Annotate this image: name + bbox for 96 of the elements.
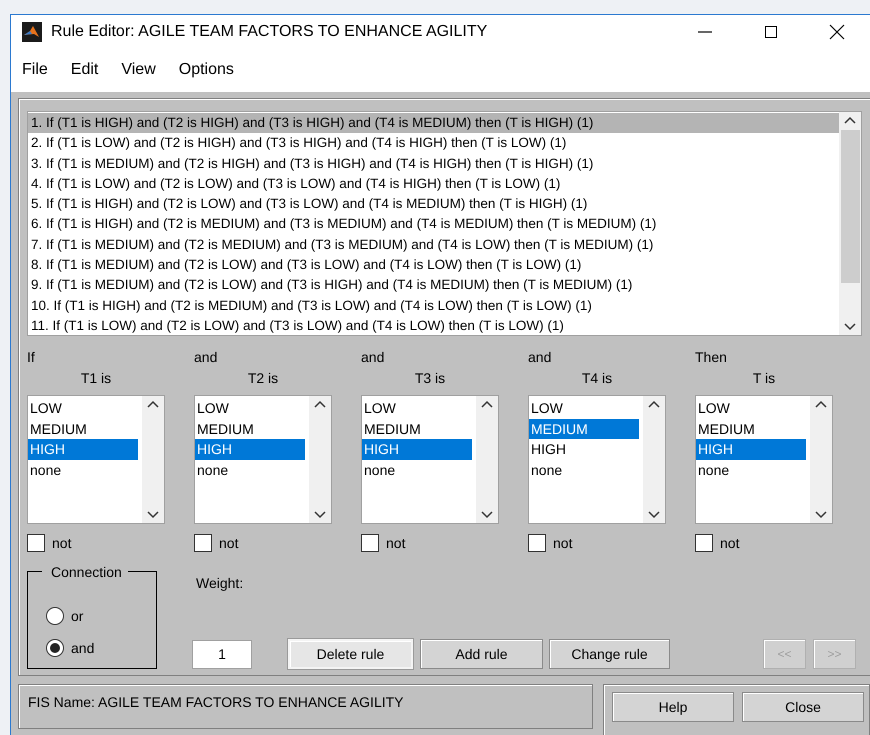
scrollbar[interactable] [476, 396, 498, 523]
option-item[interactable]: none [362, 460, 472, 480]
rule-item[interactable]: 10. If (T1 is HIGH) and (T2 is MEDIUM) and (T3 is LOW) and (T4 is LOW) then (T is LOW) (1) [28, 296, 839, 316]
menu-item[interactable]: File [22, 58, 56, 82]
radio-button[interactable] [46, 607, 64, 625]
scroll-up-icon[interactable] [648, 400, 660, 408]
rule-item[interactable]: 2. If (T1 is LOW) and (T2 is HIGH) and (T3 is HIGH) and (T4 is HIGH) then (T is LOW) (1) [28, 133, 839, 154]
scroll-down-icon[interactable] [147, 511, 159, 519]
connector-label: If [27, 348, 36, 367]
option-list[interactable]: LOW MEDIUM HIGH none [361, 395, 499, 524]
weight-field[interactable]: 1 [192, 640, 252, 668]
app-logo-icon [22, 22, 42, 42]
option-item[interactable]: MEDIUM [362, 418, 472, 439]
checkbox-label: not [386, 534, 406, 552]
close-icon [829, 24, 845, 40]
option-item[interactable]: MEDIUM [529, 418, 639, 439]
close-dialog-button[interactable]: Close [742, 692, 864, 722]
help-button[interactable]: Help [612, 692, 734, 722]
rule-item[interactable]: 7. If (T1 is MEDIUM) and (T2 is MEDIUM) and (T3 is MEDIUM) and (T4 is LOW) then (T is MEDIUM) (1) [28, 234, 839, 256]
scrollbar[interactable] [810, 396, 832, 523]
scroll-up-icon[interactable] [314, 400, 326, 408]
weight-label: Weight: [196, 574, 244, 593]
option-item[interactable]: MEDIUM [28, 418, 138, 439]
option-item[interactable]: none [195, 460, 305, 480]
rule-item[interactable]: 11. If (T1 is LOW) and (T2 is LOW) and (T3 is LOW) and (T4 is LOW) then (T is LOW) (1) [28, 316, 839, 335]
menu-item[interactable]: View [121, 58, 164, 82]
rule-item[interactable]: 9. If (T1 is MEDIUM) and (T2 is LOW) and (T3 is HIGH) and (T4 is MEDIUM) then (T is MEDIUM) (1) [28, 275, 839, 296]
scroll-up-icon[interactable] [147, 400, 159, 408]
minimize-icon [698, 30, 712, 32]
scroll-up-icon[interactable] [481, 400, 493, 408]
window-title: Rule Editor: AGILE TEAM FACTORS TO ENHANCE AGILITY [51, 22, 488, 42]
option-list[interactable]: LOW MEDIUM HIGH none [27, 395, 165, 524]
rule-item[interactable]: 1. If (T1 is HIGH) and (T2 is HIGH) and (T3 is HIGH) and (T4 is MEDIUM) then (T is HIGH) (1) [28, 113, 839, 134]
option-item[interactable]: LOW [529, 398, 639, 418]
scroll-down-icon[interactable] [481, 511, 493, 519]
option-item[interactable]: LOW [696, 398, 806, 418]
scroll-down-icon[interactable] [844, 323, 856, 331]
option-item[interactable]: LOW [195, 398, 305, 418]
rule-item[interactable]: 3. If (T1 is MEDIUM) and (T2 is HIGH) and (T3 is HIGH) and (T4 is HIGH) then (T is HIGH) (1) [28, 154, 839, 174]
rule-button[interactable]: Delete rule [288, 639, 413, 669]
radio-label: or [71, 606, 84, 626]
option-item[interactable]: none [529, 460, 639, 480]
option-item[interactable]: LOW [28, 398, 138, 418]
option-list[interactable]: LOW MEDIUM HIGH none [194, 395, 332, 524]
menu-item[interactable]: Options [178, 58, 242, 82]
rule-button[interactable]: Add rule [420, 639, 543, 669]
not-checkbox[interactable] [194, 534, 212, 552]
connector-label: Then [695, 348, 728, 367]
variable-label: T4 is [580, 369, 614, 388]
option-list[interactable]: LOW MEDIUM HIGH none [528, 395, 666, 524]
menu-item[interactable]: Edit [70, 58, 106, 82]
variable-label: T is [752, 369, 776, 388]
rule-item[interactable]: 5. If (T1 is HIGH) and (T2 is LOW) and (T3 is LOW) and (T4 is MEDIUM) then (T is HIGH) (1) [28, 194, 839, 214]
option-item[interactable]: none [696, 460, 806, 480]
option-item[interactable]: HIGH [529, 439, 639, 460]
not-checkbox[interactable] [27, 534, 45, 552]
option-item[interactable]: none [28, 460, 138, 480]
checkbox-label: not [720, 534, 740, 552]
rule-button[interactable]: Change rule [549, 639, 670, 669]
variable-label: T3 is [414, 369, 446, 388]
scroll-down-icon[interactable] [648, 511, 660, 519]
radio-button[interactable] [46, 639, 64, 657]
option-item[interactable]: MEDIUM [696, 418, 806, 439]
rule-item[interactable]: 8. If (T1 is MEDIUM) and (T2 is LOW) and (T3 is LOW) and (T4 is LOW) then (T is LOW) (1) [28, 255, 839, 276]
scroll-down-icon[interactable] [314, 511, 326, 519]
connector-label: and [528, 348, 552, 367]
maximize-icon [764, 24, 778, 38]
option-list[interactable]: LOW MEDIUM HIGH none [695, 395, 833, 524]
connector-label: and [361, 348, 386, 367]
scrollbar[interactable] [839, 112, 861, 335]
option-item[interactable]: MEDIUM [195, 418, 305, 439]
rule-item[interactable]: 6. If (T1 is HIGH) and (T2 is MEDIUM) and (T3 is MEDIUM) and (T4 is MEDIUM) then (T is MEDIUM) (1) [28, 214, 839, 235]
connector-label: and [194, 348, 218, 367]
rule-list[interactable] [27, 111, 862, 336]
option-item[interactable]: LOW [362, 398, 472, 418]
radio-label: and [71, 638, 94, 658]
not-checkbox[interactable] [528, 534, 546, 552]
scroll-up-icon[interactable] [815, 400, 827, 408]
not-checkbox[interactable] [695, 534, 713, 552]
scrollbar[interactable] [142, 396, 164, 523]
option-item[interactable]: HIGH [362, 439, 472, 460]
variable-label: T2 is [246, 369, 280, 388]
checkbox-label: not [219, 534, 238, 552]
option-item[interactable]: HIGH [28, 439, 138, 460]
scrollbar[interactable] [309, 396, 331, 523]
option-item[interactable]: HIGH [696, 439, 806, 460]
option-item[interactable]: HIGH [195, 439, 305, 460]
scrollbar[interactable] [643, 396, 665, 523]
status-text: FIS Name: AGILE TEAM FACTORS TO ENHANCE AGILITY [18, 684, 593, 729]
variable-label: T1 is [80, 369, 112, 388]
checkbox-label: not [553, 534, 572, 552]
not-checkbox[interactable] [361, 534, 379, 552]
checkbox-label: not [52, 534, 72, 552]
scroll-up-icon[interactable] [844, 116, 856, 124]
scroll-down-icon[interactable] [815, 511, 827, 519]
rule-item[interactable]: 4. If (T1 is LOW) and (T2 is LOW) and (T3 is LOW) and (T4 is HIGH) then (T is LOW) (1) [28, 174, 839, 194]
